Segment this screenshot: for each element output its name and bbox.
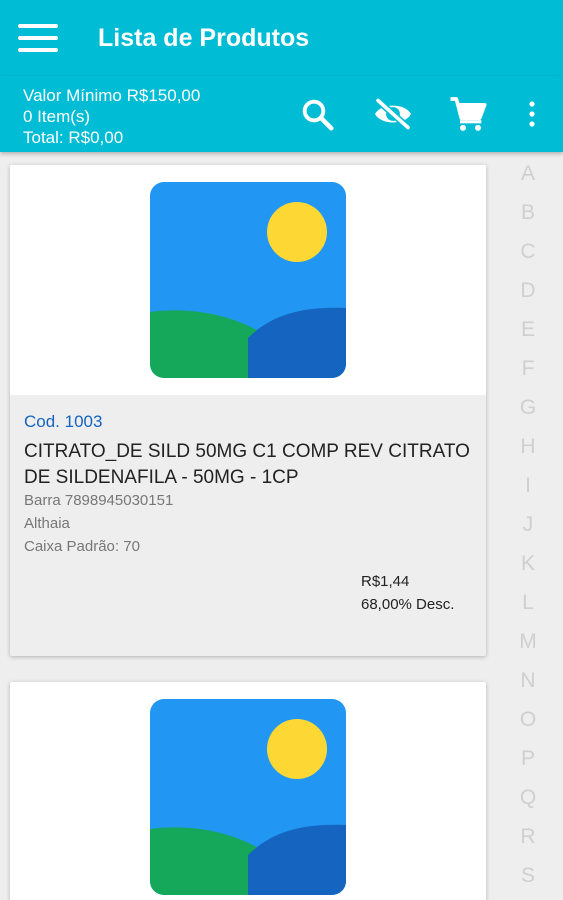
index-letter-g[interactable]: G [500, 396, 556, 420]
product-name: CITRATO_DE SILD 50MG C1 COMP REV CITRATO… [24, 441, 470, 488]
index-letter-i[interactable]: I [500, 474, 556, 498]
image-placeholder-icon [150, 699, 346, 895]
minimum-value: Valor Mínimo R$150,00 [23, 86, 201, 105]
order-total: Total: R$0,00 [23, 128, 124, 147]
index-letter-s[interactable]: S [500, 864, 556, 888]
product-brand: Althaia [24, 515, 70, 532]
index-letter-r[interactable]: R [500, 825, 556, 849]
product-image-area [10, 165, 486, 395]
product-image-area [10, 682, 486, 900]
image-placeholder-icon [150, 182, 346, 378]
index-letter-e[interactable]: E [500, 318, 556, 342]
index-letter-o[interactable]: O [500, 708, 556, 732]
page-title: Lista de Produtos [98, 24, 310, 52]
items-count: 0 Item(s) [23, 107, 91, 126]
app-bar: Lista de Produtos [0, 0, 563, 76]
index-letter-n[interactable]: N [500, 669, 556, 693]
index-letter-j[interactable]: J [500, 513, 556, 537]
index-letter-d[interactable]: D [500, 279, 556, 303]
product-code: Cod. 1003 [24, 412, 103, 431]
index-letter-b[interactable]: B [500, 201, 556, 225]
index-letter-h[interactable]: H [500, 435, 556, 459]
index-letter-m[interactable]: M [500, 630, 556, 654]
index-letter-a[interactable]: A [500, 162, 556, 186]
eye-off-icon[interactable] [370, 94, 416, 134]
cart-icon[interactable] [446, 94, 490, 134]
order-summary-bar: Valor Mínimo R$150,00 0 Item(s) Total: R… [0, 76, 563, 152]
search-icon[interactable] [296, 94, 338, 134]
product-discount: 68,00% Desc. [361, 596, 455, 613]
index-letter-q[interactable]: Q [500, 786, 556, 810]
product-card[interactable]: Cod. 1003 CITRATO_DE SILD 50MG C1 COMP R… [10, 165, 486, 656]
index-letter-f[interactable]: F [500, 357, 556, 381]
product-barcode: Barra 7898945030151 [24, 492, 174, 509]
order-summary: Valor Mínimo R$150,00 0 Item(s) Total: R… [23, 85, 200, 148]
more-vert-icon[interactable] [520, 94, 544, 134]
product-pack-size: Caixa Padrão: 70 [24, 538, 140, 555]
index-letter-c[interactable]: C [500, 240, 556, 264]
product-price: R$1,44 [361, 573, 410, 590]
index-letter-k[interactable]: K [500, 552, 556, 576]
menu-icon[interactable] [18, 24, 58, 52]
index-letter-p[interactable]: P [500, 747, 556, 771]
index-letter-l[interactable]: L [500, 591, 556, 615]
alphabet-index[interactable]: ABCDEFGHIJKLMNOPQRS [500, 152, 563, 900]
product-card[interactable] [10, 682, 486, 900]
